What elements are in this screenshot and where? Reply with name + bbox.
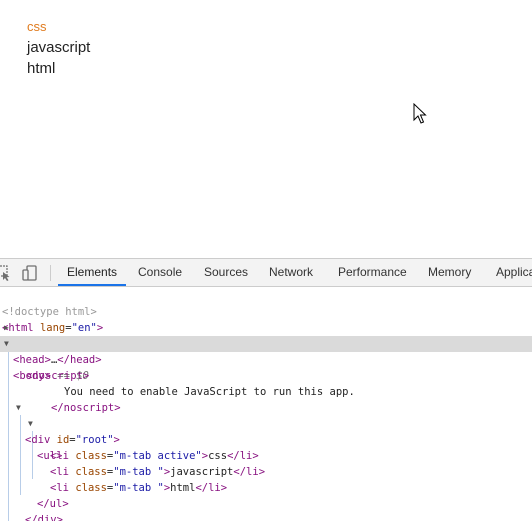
mouse-pointer-icon	[413, 103, 427, 124]
tab-list: css javascript html	[27, 16, 90, 79]
tab-application[interactable]: Applica	[487, 259, 532, 286]
dom-node-li[interactable]: <li class="m-tab active">css</li>	[0, 432, 532, 462]
devtools-toolbar: Elements Console Sources Network Perform…	[0, 259, 532, 287]
tab-network[interactable]: Network	[260, 259, 322, 286]
expand-triangle-icon[interactable]: ▶	[4, 320, 9, 336]
dom-node-div-close[interactable]: </div>	[0, 496, 532, 521]
inspect-element-icon[interactable]	[0, 265, 12, 281]
dom-node-div-root[interactable]: ▼ <div id="root">	[0, 400, 532, 446]
dom-node-body[interactable]: ▼ <body> == $0	[0, 336, 532, 382]
tab-performance[interactable]: Performance	[329, 259, 416, 286]
devtools-panel: Elements Console Sources Network Perform…	[0, 258, 532, 521]
toolbar-divider	[50, 265, 51, 281]
dom-node-ul-close[interactable]: </ul>	[0, 480, 532, 510]
dom-node-li[interactable]: <li class="m-tab ">javascript</li>	[0, 448, 532, 478]
tab-console[interactable]: Console	[129, 259, 191, 286]
dom-tree: <!doctype html> <html lang="en"> ▶ <head…	[0, 287, 532, 521]
dom-node-doctype[interactable]: <!doctype html>	[0, 288, 532, 318]
tab-item-html[interactable]: html	[27, 58, 90, 79]
dom-node-noscript-close[interactable]: </noscript>	[0, 384, 532, 414]
collapse-triangle-icon[interactable]: ▼	[28, 416, 33, 432]
tab-memory[interactable]: Memory	[419, 259, 480, 286]
tab-item-javascript[interactable]: javascript	[27, 37, 90, 58]
dom-node-html[interactable]: <html lang="en">	[0, 304, 532, 334]
collapse-triangle-icon[interactable]: ▼	[16, 400, 21, 416]
collapse-triangle-icon[interactable]: ▼	[4, 336, 9, 352]
dom-node-head[interactable]: ▶ <head>…</head>	[0, 320, 532, 366]
tab-item-css[interactable]: css	[27, 16, 90, 37]
dom-text-node[interactable]: You need to enable JavaScript to run thi…	[0, 368, 532, 398]
tab-sources[interactable]: Sources	[195, 259, 257, 286]
dom-node-noscript[interactable]: <noscript>	[0, 352, 532, 382]
dom-node-li[interactable]: <li class="m-tab ">html</li>	[0, 464, 532, 494]
device-toolbar-icon[interactable]	[22, 265, 40, 281]
page-viewport: css javascript html	[0, 0, 532, 258]
tab-elements[interactable]: Elements	[58, 259, 127, 286]
dom-node-ul[interactable]: ▼ <ul>	[0, 416, 532, 462]
